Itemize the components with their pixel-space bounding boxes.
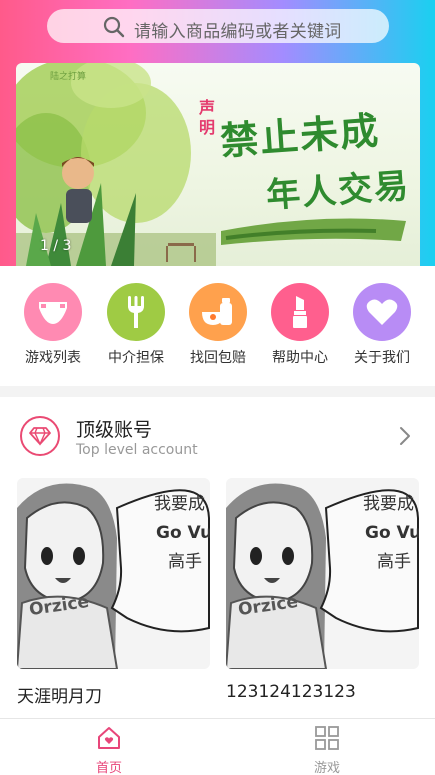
tab-home-label: 首页 [95, 761, 122, 775]
home-icon [98, 727, 120, 749]
banner-page-indicator: 1 / 3 [40, 238, 72, 254]
account-card-title: 天涯明月刀 [17, 687, 102, 707]
nav-item-help-center[interactable]: 帮助中心 [260, 283, 340, 367]
top-account-section: 顶级账号 Top level account 我要成 Go Vu 高手 Orzi… [0, 397, 435, 718]
banner-headline-line2: 年人交易 [265, 166, 412, 216]
quick-nav: 游戏列表 中介担保 找回包赔 帮助中心 关于我们 [0, 266, 435, 386]
nav-label-about-us: 关于我们 [354, 350, 410, 366]
nav-label-game-list: 游戏列表 [25, 350, 81, 366]
account-card[interactable]: 我要成 Go Vu 高手 Orzice 天涯明月刀 [17, 478, 210, 707]
tab-games[interactable]: 游戏 [287, 725, 367, 775]
lipstick-icon [271, 283, 329, 341]
meme-line: 我要成 [154, 494, 205, 514]
banner-notice-label: 声明 [199, 98, 216, 137]
nav-label-escrow: 中介担保 [108, 350, 164, 366]
chevron-right-icon[interactable] [399, 426, 411, 446]
diaper-icon [24, 283, 82, 341]
banner-logo-text: 陆之打算 [50, 72, 87, 82]
heart-icon [353, 283, 411, 341]
bottle-bowl-icon [189, 283, 247, 341]
meme-caption: 我要成 Go Vu 高手 [345, 490, 419, 577]
meme-line: 高手 [168, 552, 202, 572]
meme-line: Go Vu [365, 523, 419, 543]
banner-carousel[interactable]: 陆之打算 声明 禁止未成 年人交易 1 / 3 [16, 63, 420, 266]
nav-label-help-center: 帮助中心 [272, 350, 328, 366]
account-card-image: 我要成 Go Vu 高手 Orzice [226, 478, 419, 669]
section-subtitle: Top level account [76, 442, 198, 458]
tab-games-label: 游戏 [313, 761, 340, 775]
grid-icon [315, 726, 339, 750]
nav-item-recovery-compensation[interactable]: 找回包赔 [178, 283, 258, 367]
nav-item-escrow[interactable]: 中介担保 [96, 283, 176, 367]
section-title: 顶级账号 [76, 419, 153, 441]
account-card[interactable]: 我要成 Go Vu 高手 Orzice 123124123123 [226, 478, 419, 702]
meme-line: Go Vu [156, 523, 210, 543]
banner-headline-line1: 禁止未成 [218, 107, 382, 164]
search-placeholder: 请输入商品编码或者关键词 [134, 22, 342, 42]
nav-label-recovery-compensation: 找回包赔 [190, 350, 246, 366]
account-card-title: 123124123123 [226, 682, 356, 702]
account-card-image: 我要成 Go Vu 高手 Orzice [17, 478, 210, 669]
search-icon [103, 16, 125, 38]
app-root: 请输入商品编码或者关键词 陆之打算 声明 禁止未成 年人交易 1 / 3 游戏列… [0, 0, 435, 775]
nav-item-game-list[interactable]: 游戏列表 [13, 283, 93, 367]
meme-caption: 我要成 Go Vu 高手 [136, 490, 210, 577]
nav-item-about-us[interactable]: 关于我们 [342, 283, 422, 367]
fork-icon [107, 283, 165, 341]
search-bar[interactable]: 请输入商品编码或者关键词 [47, 9, 389, 43]
diamond-icon [20, 416, 60, 456]
meme-line: 我要成 [363, 494, 414, 514]
meme-line: 高手 [377, 552, 411, 572]
bottom-tab-bar: 首页 游戏 [0, 718, 435, 775]
tab-home[interactable]: 首页 [69, 725, 149, 775]
header-background: 请输入商品编码或者关键词 陆之打算 声明 禁止未成 年人交易 1 / 3 [0, 0, 435, 266]
